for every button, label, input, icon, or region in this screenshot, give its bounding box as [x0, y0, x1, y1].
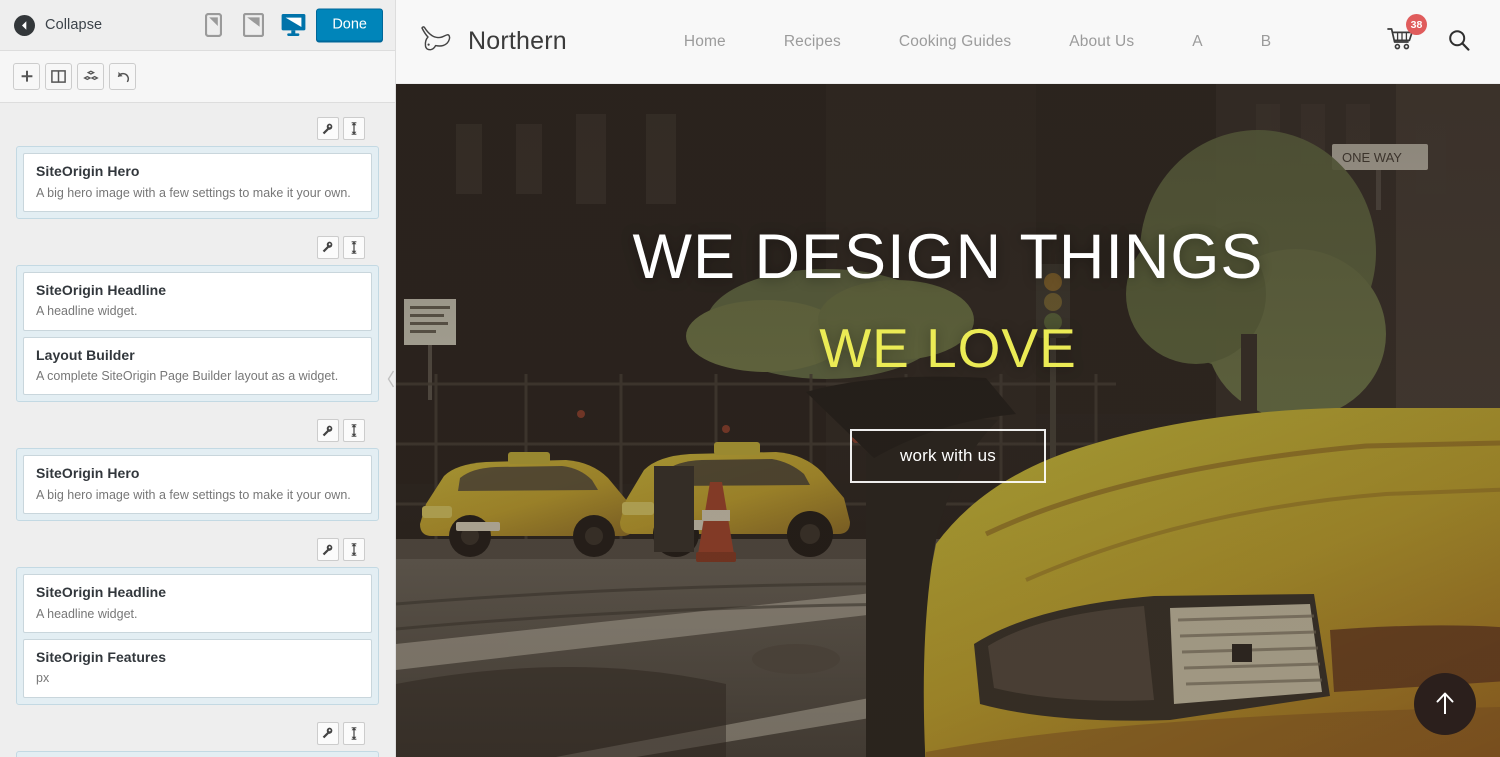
- cart-button[interactable]: 38: [1387, 14, 1427, 56]
- collapse-label: Collapse: [45, 17, 103, 33]
- nav-item-cooking-guides[interactable]: Cooking Guides: [870, 33, 1040, 51]
- move-row-icon[interactable]: [343, 721, 365, 745]
- widget-item[interactable]: SiteOrigin Features px: [23, 638, 372, 698]
- widget-title: SiteOrigin Headline: [36, 281, 167, 298]
- widget-cell: SiteOrigin Hero A big hero image with a …: [16, 448, 379, 521]
- arrow-up-icon: [1433, 690, 1457, 719]
- widget-description: A complete SiteOrigin Page Builder layou…: [36, 369, 339, 383]
- customizer-sidebar: Collapse Done SiteOrigin Hero A big hero…: [0, 0, 396, 757]
- widget-title: SiteOrigin Features: [36, 648, 167, 665]
- nav-item-about-us[interactable]: About Us: [1040, 33, 1163, 51]
- device-mobile-button[interactable]: [200, 12, 226, 38]
- nav-item-recipes[interactable]: Recipes: [755, 33, 870, 51]
- device-tablet-button[interactable]: [240, 12, 266, 38]
- widget-description: A headline widget.: [36, 606, 138, 621]
- row-actions: [16, 235, 379, 259]
- widget-group: SiteOrigin Hero A big hero image with a …: [16, 117, 379, 219]
- hero-cta-button[interactable]: work with us: [850, 429, 1046, 483]
- widget-group: SiteOrigin Headline A headline widget. L…: [16, 235, 379, 403]
- header-actions: 38: [1387, 14, 1470, 56]
- widget-description: A headline widget.: [36, 304, 138, 319]
- widget-list[interactable]: SiteOrigin Hero A big hero image with a …: [0, 103, 395, 757]
- row-actions: [16, 721, 379, 745]
- row-actions: [16, 538, 379, 561]
- search-icon: [1448, 30, 1470, 54]
- prefab-layouts-button[interactable]: [77, 63, 104, 90]
- widget-description: A big hero image with a few settings to …: [36, 487, 351, 502]
- move-row-icon[interactable]: [343, 235, 365, 259]
- move-row-icon[interactable]: [343, 117, 365, 140]
- device-preview-group: [200, 12, 306, 38]
- edit-row-icon[interactable]: [317, 721, 339, 745]
- scroll-to-top-button[interactable]: [1414, 673, 1476, 735]
- nav-item-b[interactable]: B: [1232, 33, 1301, 51]
- widget-item[interactable]: SiteOrigin Headline A headline widget.: [23, 574, 372, 633]
- row-actions: [16, 419, 379, 443]
- edit-row-icon[interactable]: [317, 117, 339, 140]
- row-actions: [16, 117, 379, 140]
- add-widget-button[interactable]: [13, 63, 40, 90]
- site-brand[interactable]: Northern: [418, 25, 567, 58]
- hero-subtitle: WE LOVE: [819, 317, 1077, 379]
- widget-cell: SiteOrigin Headline A headline widget. L…: [16, 264, 379, 403]
- move-row-icon[interactable]: [343, 538, 365, 561]
- site-header: Northern Home Recipes Cooking Guides Abo…: [396, 0, 1500, 84]
- widget-title: SiteOrigin Hero: [36, 465, 140, 482]
- widget-description: A big hero image with a few settings to …: [36, 185, 351, 200]
- add-row-button[interactable]: [45, 63, 72, 90]
- move-row-icon[interactable]: [343, 419, 365, 443]
- widget-group: SiteOrigin Headline A headline widget. S…: [16, 538, 379, 705]
- widget-title: SiteOrigin Headline: [36, 584, 167, 600]
- widget-item[interactable]: SiteOrigin Headline A headline widget.: [23, 271, 372, 331]
- site-preview[interactable]: Northern Home Recipes Cooking Guides Abo…: [396, 0, 1500, 757]
- widget-item[interactable]: Layout Builder A complete SiteOrigin Pag…: [23, 336, 372, 396]
- edit-row-icon[interactable]: [317, 538, 339, 561]
- widget-cell: [16, 750, 379, 757]
- page-builder-toolbar: [0, 51, 395, 103]
- brand-name: Northern: [468, 27, 567, 55]
- hero-section: ONE WAY: [396, 84, 1500, 757]
- widget-group: [16, 721, 379, 757]
- search-button[interactable]: [1448, 29, 1470, 54]
- edit-row-icon[interactable]: [317, 419, 339, 443]
- widget-cell: SiteOrigin Headline A headline widget. S…: [16, 567, 379, 705]
- site-navigation: Home Recipes Cooking Guides About Us A B: [655, 33, 1300, 51]
- collapse-button[interactable]: Collapse: [14, 14, 103, 36]
- hero-content: WE DESIGN THINGS WE LOVE work with us: [396, 84, 1500, 757]
- hero-title: WE DESIGN THINGS: [632, 222, 1264, 292]
- device-desktop-button[interactable]: [280, 12, 306, 38]
- nav-item-home[interactable]: Home: [655, 33, 755, 51]
- cart-icon: [1387, 28, 1414, 55]
- widget-title: SiteOrigin Hero: [36, 163, 140, 179]
- nav-item-a[interactable]: A: [1163, 33, 1232, 51]
- customizer-app: Collapse Done SiteOrigin Hero A big hero…: [0, 0, 1500, 757]
- widget-description: px: [36, 671, 50, 686]
- edit-row-icon[interactable]: [317, 235, 339, 259]
- done-button[interactable]: Done: [316, 8, 383, 42]
- customizer-header: Collapse Done: [0, 0, 395, 51]
- cart-count-badge: 38: [1406, 14, 1427, 35]
- bear-logo-icon: [418, 25, 458, 58]
- widget-cell: SiteOrigin Hero A big hero image with a …: [16, 146, 379, 219]
- widget-item[interactable]: SiteOrigin Hero A big hero image with a …: [23, 455, 372, 514]
- widget-title: Layout Builder: [36, 346, 135, 363]
- widget-item[interactable]: SiteOrigin Hero A big hero image with a …: [23, 153, 372, 212]
- collapse-arrow-icon: [14, 14, 35, 36]
- widget-group: SiteOrigin Hero A big hero image with a …: [16, 419, 379, 521]
- history-undo-button[interactable]: [109, 63, 136, 90]
